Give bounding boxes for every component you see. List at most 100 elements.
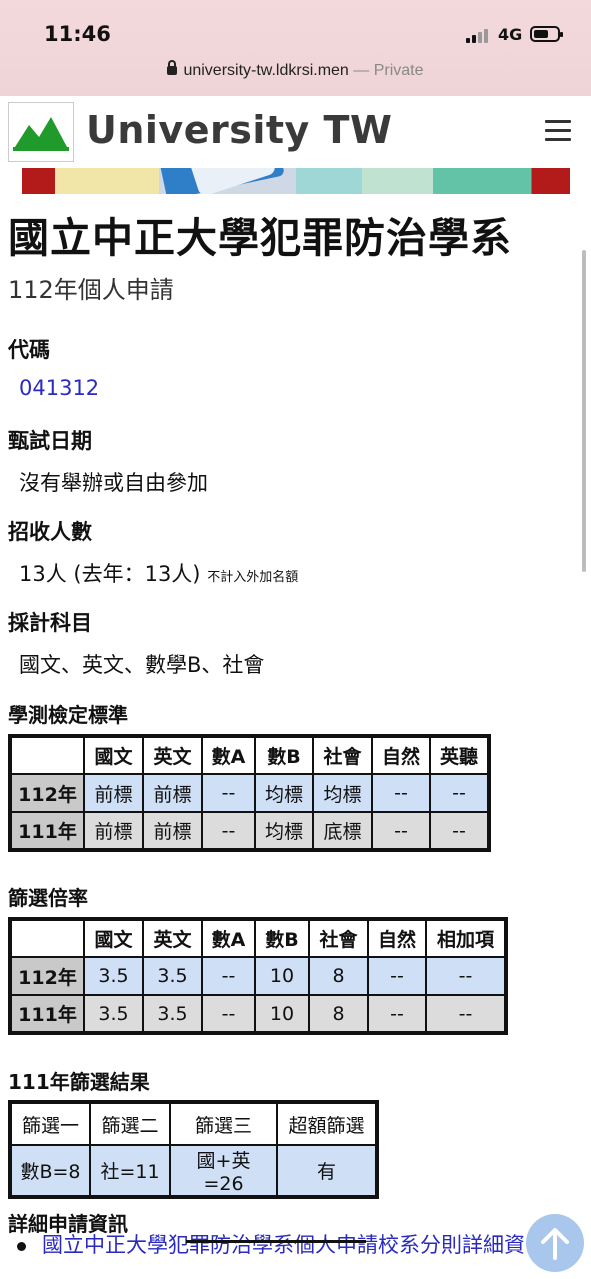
status-time: 11:46 <box>44 22 111 46</box>
exam-date-label: 甄試日期 <box>8 429 92 453</box>
row-year: 111年 <box>9 994 85 1034</box>
table-header-cell: 國文 <box>83 918 144 958</box>
table-header-cell <box>9 735 85 775</box>
standards-label: 學測檢定標準 <box>8 703 128 727</box>
table-cell: -- <box>371 773 431 813</box>
table-cell: 國+英=26 <box>169 1144 278 1198</box>
table-cell: -- <box>367 994 427 1034</box>
table-cell: 均標 <box>312 773 373 813</box>
table-cell: 社=11 <box>89 1144 171 1198</box>
table-cell: 前標 <box>142 773 203 813</box>
row-year: 112年 <box>9 773 85 813</box>
enrollment-note: 不計入外加名額 <box>207 570 299 585</box>
table-header-cell: 篩選三 <box>169 1101 278 1146</box>
table-cell: 3.5 <box>142 994 203 1034</box>
redaction-mark <box>186 1240 366 1243</box>
hamburger-menu-icon[interactable] <box>545 120 571 142</box>
url-text: university-tw.ldkrsi.men <box>183 62 349 79</box>
bullet-icon <box>17 1242 26 1251</box>
table-header-row: 國文 英文 數A 數B 社會 自然 英聽 <box>9 735 490 775</box>
table-header-cell: 篩選一 <box>9 1101 91 1146</box>
table-cell: 8 <box>308 956 369 996</box>
table-cell: 10 <box>254 994 310 1034</box>
code-label: 代碼 <box>8 338 50 362</box>
table-header-cell: 篩選二 <box>89 1101 171 1146</box>
table-row: 111年 3.5 3.5 -- 10 8 -- -- <box>9 994 507 1034</box>
site-logo-icon[interactable] <box>8 102 74 162</box>
table-cell: -- <box>201 956 256 996</box>
url-bar[interactable]: university-tw.ldkrsi.men — Private <box>0 60 591 80</box>
standards-table: 國文 英文 數A 數B 社會 自然 英聽 112年 前標 前標 -- 均標 均標… <box>8 734 491 852</box>
table-cell: -- <box>201 994 256 1034</box>
table-header-cell: 數A <box>201 918 256 958</box>
page-subtitle: 112年個人申請 <box>8 276 174 304</box>
table-header-cell: 數B <box>254 918 310 958</box>
page-title: 國立中正大學犯罪防治學系 <box>8 214 512 262</box>
table-header-cell: 國文 <box>83 735 144 775</box>
table-header-cell: 數A <box>201 735 256 775</box>
ratio-label: 篩選倍率 <box>8 886 88 910</box>
table-row: 數B=8 社=11 國+英=26 有 <box>9 1144 378 1198</box>
table-cell: -- <box>201 811 256 851</box>
subjects-value: 國文、英文、數學B、社會 <box>19 653 265 677</box>
scroll-to-top-button[interactable] <box>526 1214 584 1272</box>
table-row: 111年 前標 前標 -- 均標 底標 -- -- <box>9 811 490 851</box>
table-header-cell: 社會 <box>308 918 369 958</box>
table-header-cell: 社會 <box>312 735 373 775</box>
table-header-cell: 英文 <box>142 918 203 958</box>
private-indicator: — Private <box>353 62 424 79</box>
arrow-up-icon <box>541 1228 569 1260</box>
enrollment-count: 13人 (去年：13人) <box>19 562 201 586</box>
network-type: 4G <box>498 25 523 44</box>
results-label: 111年篩選結果 <box>8 1070 150 1094</box>
table-cell: 數B=8 <box>9 1144 91 1198</box>
results-table: 篩選一 篩選二 篩選三 超額篩選 數B=8 社=11 國+英=26 有 <box>8 1100 379 1199</box>
table-cell: -- <box>371 811 431 851</box>
table-cell: -- <box>429 811 490 851</box>
table-header-cell: 超額篩選 <box>276 1101 378 1146</box>
row-year: 112年 <box>9 956 85 996</box>
battery-icon <box>530 26 563 42</box>
enrollment-value: 13人 (去年：13人) 不計入外加名額 <box>19 558 298 588</box>
table-cell: -- <box>429 773 490 813</box>
exam-date-value: 沒有舉辦或自由參加 <box>19 471 208 495</box>
table-row: 112年 3.5 3.5 -- 10 8 -- -- <box>9 956 507 996</box>
table-cell: -- <box>425 994 507 1034</box>
table-header-cell: 自然 <box>367 918 427 958</box>
table-cell: 均標 <box>254 773 314 813</box>
table-cell: -- <box>201 773 256 813</box>
subjects-label: 採計科目 <box>8 611 92 635</box>
table-cell: 前標 <box>83 811 144 851</box>
table-cell: 前標 <box>142 811 203 851</box>
table-header-cell: 英聽 <box>429 735 490 775</box>
table-header-cell: 英文 <box>142 735 203 775</box>
signal-icon <box>466 27 494 43</box>
lock-icon <box>167 60 178 75</box>
table-header-row: 篩選一 篩選二 篩選三 超額篩選 <box>9 1101 378 1146</box>
code-value[interactable]: 041312 <box>19 376 99 400</box>
row-year: 111年 <box>9 811 85 851</box>
table-cell: 均標 <box>254 811 314 851</box>
table-header-cell <box>9 918 85 958</box>
ratio-table: 國文 英文 數A 數B 社會 自然 相加項 112年 3.5 3.5 -- 10… <box>8 917 508 1035</box>
table-cell: 3.5 <box>83 956 144 996</box>
table-cell: -- <box>425 956 507 996</box>
table-cell: 8 <box>308 994 369 1034</box>
table-header-cell: 相加項 <box>425 918 507 958</box>
table-cell: 有 <box>276 1144 378 1198</box>
status-bar: 11:46 4G university-tw.ldkrsi.men — Priv… <box>0 0 591 96</box>
enrollment-label: 招收人數 <box>8 520 92 544</box>
table-header-cell: 數B <box>254 735 314 775</box>
table-row: 112年 前標 前標 -- 均標 均標 -- -- <box>9 773 490 813</box>
details-link[interactable]: 國立中正大學犯罪防治學系個人申請校系分則詳細資 <box>42 1229 525 1259</box>
table-cell: 3.5 <box>83 994 144 1034</box>
scrollbar[interactable] <box>582 250 586 572</box>
table-cell: 前標 <box>83 773 144 813</box>
table-header-cell: 自然 <box>371 735 431 775</box>
table-cell: 10 <box>254 956 310 996</box>
site-header: University TW <box>0 96 591 168</box>
banner-image <box>22 168 570 194</box>
table-cell: -- <box>367 956 427 996</box>
site-brand[interactable]: University TW <box>86 108 392 152</box>
table-cell: 3.5 <box>142 956 203 996</box>
